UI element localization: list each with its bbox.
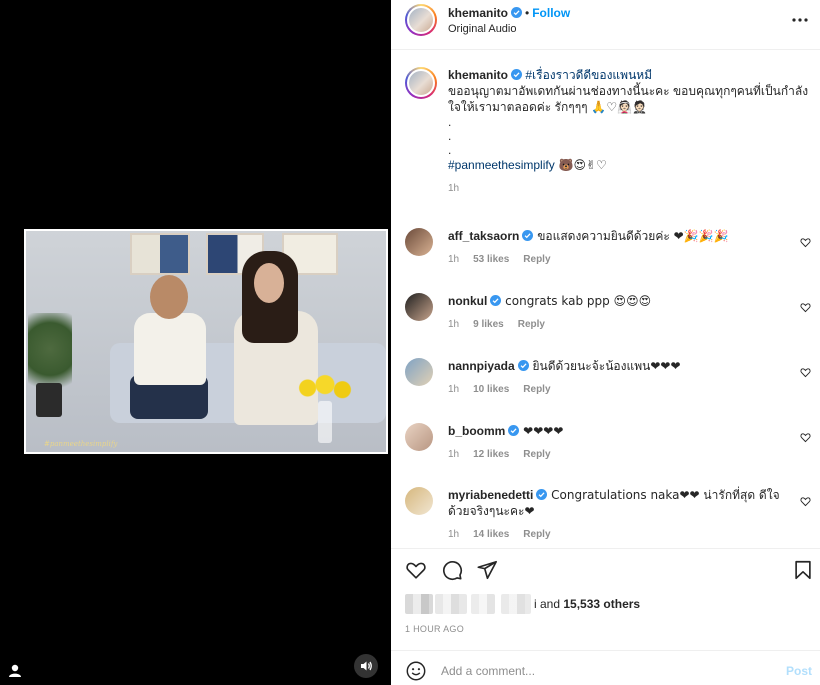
verified-badge-icon [490,295,502,306]
speaker-icon [361,661,372,671]
audio-toggle-button[interactable] [354,654,378,678]
reply-button[interactable]: Reply [523,529,550,540]
person-man [130,275,208,425]
comment-time: 1h [448,384,460,395]
post-timestamp[interactable]: 1 HOUR AGO [405,624,464,634]
verified-badge-icon [511,7,523,18]
caption-time: 1h [448,183,460,194]
likes-suffix: i and [534,597,561,611]
caption-username[interactable]: khemanito [448,68,508,82]
video-watermark: #panmeethesimplify [44,440,118,448]
comment-likes[interactable]: 53 likes [473,254,509,265]
post-comment-button[interactable]: Post [786,664,812,678]
author-username[interactable]: khemanito [448,6,508,20]
separator-dot: • [525,6,530,20]
action-bar [391,548,820,588]
caption-dot: . [448,129,452,143]
hashtag-link[interactable]: #panmeethesimplify [448,158,555,172]
follow-button[interactable]: Follow [532,6,570,20]
liker-name-blurred [501,594,531,614]
video-player[interactable]: #panmeethesimplify [24,229,388,454]
reply-button[interactable]: Reply [523,254,550,265]
reply-button[interactable]: Reply [523,449,550,460]
avatar[interactable] [405,487,433,515]
reply-button[interactable]: Reply [523,384,550,395]
avatar[interactable] [405,293,433,321]
verified-badge-icon [517,360,529,371]
liker-avatars-blurred [435,594,467,614]
likes-summary[interactable]: i and 15,533 others [405,594,815,614]
like-comment-heart-icon[interactable] [800,496,811,507]
like-comment-heart-icon[interactable] [800,432,811,443]
like-comment-heart-icon[interactable] [800,237,811,248]
verified-badge-icon [536,489,548,500]
comment-text: ยินดีด้วยนะจ้ะน้องแพน❤❤❤ [528,359,681,373]
post-header: khemanito • Follow Original Audio [391,0,820,50]
caption-emoji: 🙏♡👰🏻🤵🏻 [587,100,647,114]
comment-input[interactable] [441,660,771,682]
comment-likes[interactable]: 14 likes [473,529,509,540]
comment-time: 1h [448,529,460,540]
comment-username[interactable]: nannpiyada [448,359,515,373]
caption-emoji: 🐻😍✌♡ [554,158,607,172]
avatar[interactable] [405,4,437,36]
user-tag-icon[interactable] [6,662,24,680]
like-heart-icon[interactable] [405,559,427,581]
comment-item: aff_taksaorn ขอแสดงความยินดีด้วยค่ะ ❤🎉🎉🎉… [405,228,815,268]
avatar[interactable] [405,358,433,386]
post-caption: khemanito #เรื่องราวดีดีของแพนหมี ขออนุญ… [405,67,815,197]
comment-time: 1h [448,319,460,330]
comments-list[interactable]: khemanito #เรื่องราวดีดีของแพนหมี ขออนุญ… [391,51,820,543]
avatar[interactable] [405,67,437,99]
caption-dot: . [448,143,452,157]
comment-item: nonkul congrats kab ppp 😍😍😍 1h 9 likes Rep… [405,293,815,333]
wall-art [130,233,190,275]
verified-badge-icon [508,425,520,436]
caption-dot: . [448,115,452,129]
comment-bubble-icon[interactable] [441,559,463,581]
reply-button[interactable]: Reply [518,319,545,330]
comment-text: congrats kab ppp 😍😍😍 [501,294,652,308]
comment-time: 1h [448,254,460,265]
verified-badge-icon [511,69,523,80]
flowers [296,371,354,405]
more-options-icon[interactable] [790,10,810,30]
liker-name-blurred [471,594,495,614]
avatar[interactable] [405,228,433,256]
comment-time: 1h [448,449,460,460]
comment-likes[interactable]: 12 likes [473,449,509,460]
likes-count[interactable]: 15,533 others [563,597,640,611]
comment-text: ขอแสดงความยินดีด้วยค่ะ ❤🎉🎉🎉 [533,229,729,243]
comment-item: b_boomm ❤❤❤❤ 1h 12 likes Reply [405,423,815,463]
plant-pot [36,383,62,417]
comment-item: myriabenedetti Congratulations naka❤❤ น่… [405,487,815,543]
share-paper-plane-icon[interactable] [476,559,498,581]
comment-item: nannpiyada ยินดีด้วยนะจ้ะน้องแพน❤❤❤ 1h 10… [405,358,815,398]
add-comment-bar: Post [391,650,820,685]
comment-likes[interactable]: 9 likes [473,319,504,330]
avatar[interactable] [405,423,433,451]
comment-username[interactable]: nonkul [448,294,487,308]
post-panel: khemanito • Follow Original Audio khemanit… [391,0,820,685]
comment-username[interactable]: aff_taksaorn [448,229,519,243]
like-comment-heart-icon[interactable] [800,302,811,313]
video-thumbnail: #panmeethesimplify [26,231,386,452]
hashtag-link[interactable]: #เรื่องราวดีดีของแพนหมี [525,68,652,82]
vase [318,401,332,443]
comment-text: ❤❤❤❤ [519,424,564,438]
save-bookmark-icon[interactable] [792,559,814,581]
comment-username[interactable]: b_boomm [448,424,505,438]
emoji-icon[interactable] [405,660,427,682]
comment-username[interactable]: myriabenedetti [448,488,533,502]
comment-likes[interactable]: 10 likes [473,384,509,395]
liker-avatars-blurred [405,594,433,614]
verified-badge-icon [522,230,534,241]
media-pane: #panmeethesimplify [0,0,391,685]
like-comment-heart-icon[interactable] [800,367,811,378]
audio-label[interactable]: Original Audio [448,23,517,35]
